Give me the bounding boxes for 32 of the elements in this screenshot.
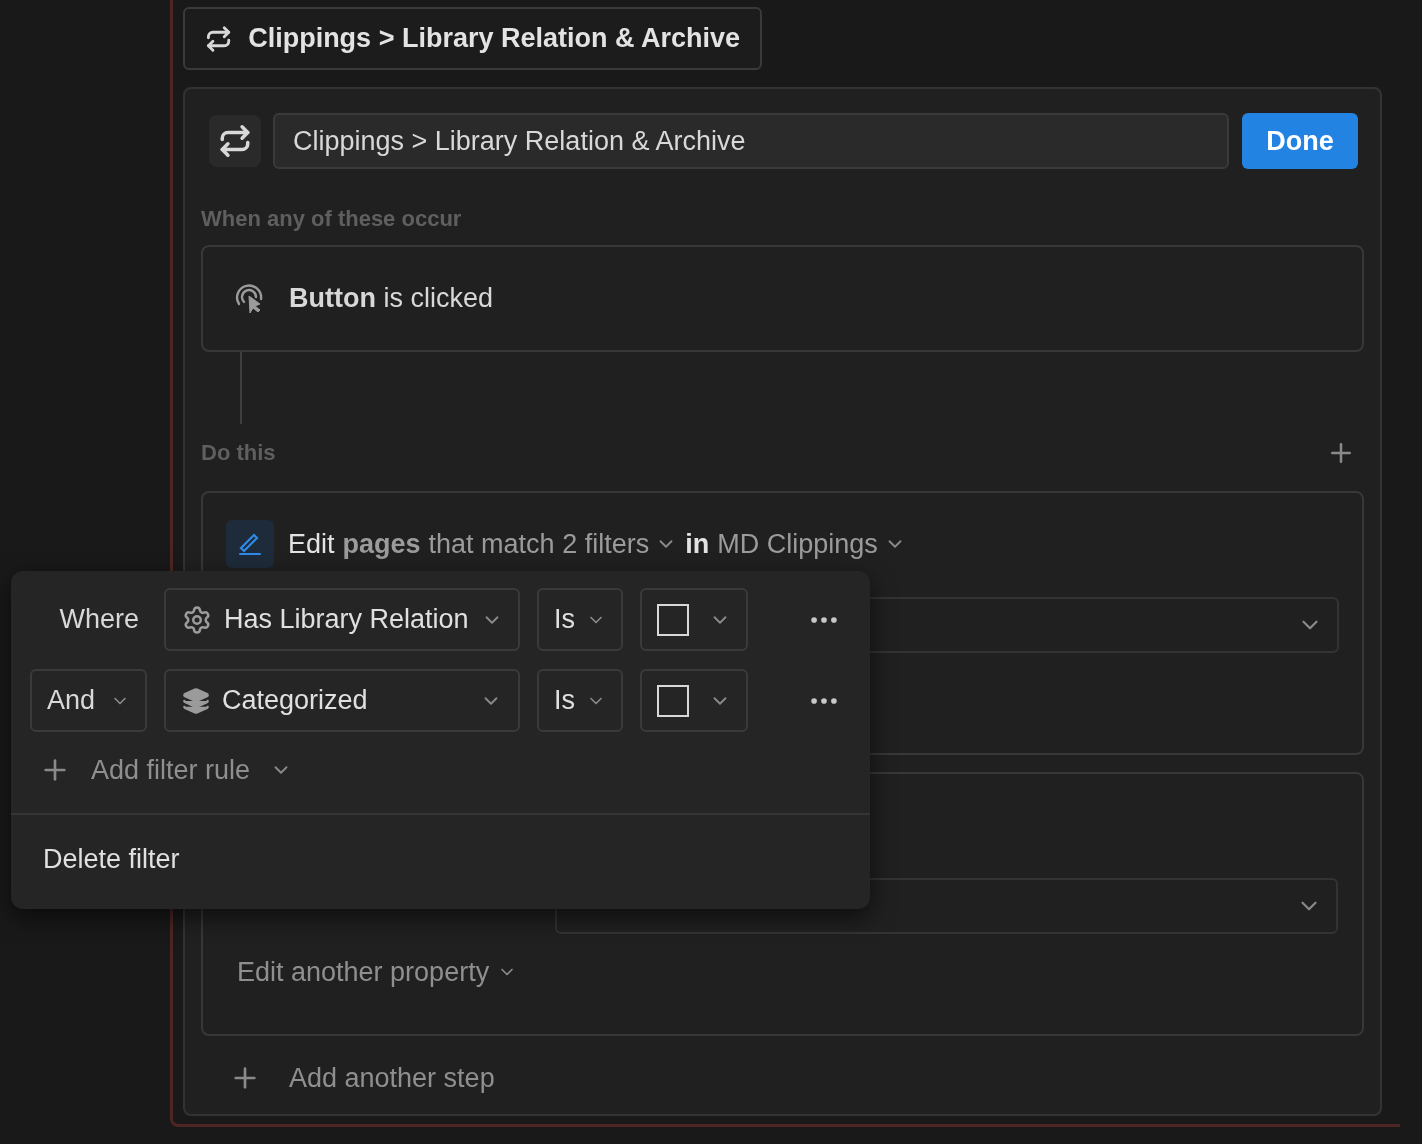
name-field[interactable]: Clippings > Library Relation & Archive — [273, 113, 1229, 169]
gear-icon — [182, 604, 212, 635]
section-label: When any of these occur — [201, 205, 463, 233]
step-verb: Edit — [288, 527, 335, 561]
section-label: Do this — [201, 439, 276, 467]
step-target[interactable]: pages — [342, 523, 421, 565]
add-step-button[interactable]: Add another step — [229, 1058, 495, 1099]
value-dropdown[interactable] — [640, 669, 748, 732]
checkbox[interactable] — [657, 603, 689, 636]
automation-title: Clippings > Library Relation & Archive — [248, 22, 740, 56]
done-button[interactable]: Done — [1242, 113, 1358, 169]
property-dropdown[interactable]: Has Library Relation — [164, 588, 520, 651]
add-filter-rule-button[interactable]: Add filter rule — [39, 750, 293, 791]
stack-icon — [182, 686, 210, 715]
trigger-card[interactable]: Button is clicked — [201, 245, 1364, 352]
trigger-text: Button is clicked — [289, 282, 493, 316]
filter-summary-dropdown[interactable]: that match 2 filters — [428, 523, 678, 565]
property-dropdown[interactable]: Categorized — [164, 669, 520, 732]
delete-filter-button[interactable]: Delete filter — [43, 838, 180, 879]
operator-dropdown[interactable]: Is — [537, 669, 623, 732]
repeat-icon — [218, 124, 252, 158]
step-connector: in — [685, 527, 710, 561]
pencil-icon — [237, 531, 263, 557]
database-dropdown[interactable]: MD Clippings — [717, 523, 906, 565]
edit-another-property-button[interactable]: Edit another property — [237, 952, 518, 993]
value-dropdown[interactable] — [640, 588, 748, 651]
automation-title-chip[interactable]: Clippings > Library Relation & Archive — [183, 7, 762, 70]
checkbox[interactable] — [657, 684, 689, 717]
conjunction-dropdown[interactable]: And — [30, 669, 147, 732]
operator-dropdown[interactable]: Is — [537, 588, 623, 651]
icon-button[interactable] — [209, 115, 261, 167]
where-label: Where — [59, 603, 140, 637]
